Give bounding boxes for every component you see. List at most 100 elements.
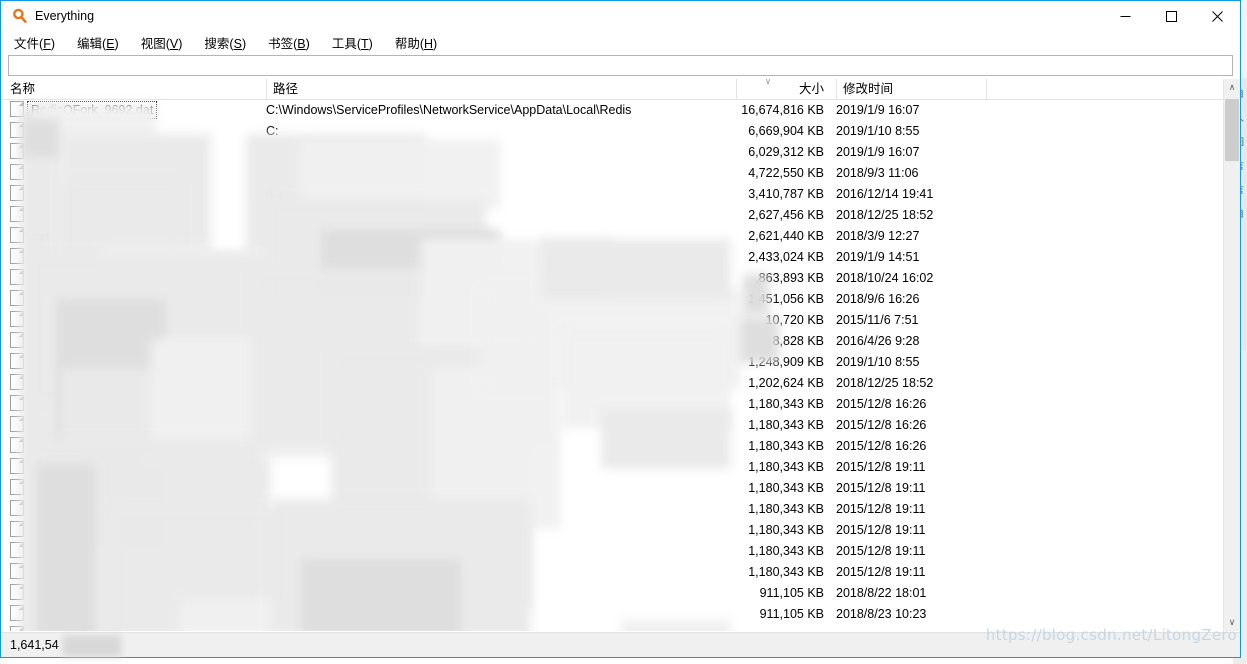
cell-size: 1,180,343 KB — [748, 439, 824, 453]
column-header-path[interactable]: 路径 — [266, 79, 736, 100]
cell-modified: 2019/1/9 14:51 — [836, 250, 920, 264]
table-row[interactable]: 6,029,312 KB 2019/1/9 16:07 — [1, 142, 1240, 163]
table-row[interactable]: 1,180,343 KB 2015/12/8 19:11 — [1, 541, 1240, 562]
table-row[interactable]: 1,202,624 KB 2018/12/25 18:52 — [1, 373, 1240, 394]
cell-size: 1,180,343 KB — [748, 523, 824, 537]
file-icon — [10, 605, 24, 621]
table-row[interactable]: 1,180,343 KB 2015/12/8 19:11 — [1, 520, 1240, 541]
cell-path — [266, 289, 736, 310]
results-row-list[interactable]: RedisQFork_9692.dat C:\Windows\ServicePro… — [1, 100, 1240, 631]
table-row[interactable]: 1,180,343 KB 2015/12/8 16:26 — [1, 436, 1240, 457]
table-row[interactable]: RedisQFork_9692.dat C:\Windows\ServicePro… — [1, 100, 1240, 121]
cell-path — [266, 583, 736, 604]
file-icon — [10, 563, 24, 579]
file-icon — [10, 269, 24, 285]
menu-accel-file: F — [43, 36, 51, 51]
cell-modified: 2019/1/9 16:07 — [836, 103, 920, 117]
cell-size: 2,621,440 KB — [748, 229, 824, 243]
file-name-label: .sys — [29, 229, 52, 243]
cell-path — [266, 163, 736, 184]
menu-label-view: 视图 — [140, 36, 166, 51]
search-box[interactable] — [8, 55, 1233, 76]
maximize-button[interactable] — [1148, 1, 1194, 31]
column-header-name[interactable]: 名称 — [1, 79, 266, 100]
menu-item-search[interactable]: 搜索(S) — [204, 31, 255, 54]
table-row[interactable]: 4,722,550 KB 2018/9/3 11:06 — [1, 163, 1240, 184]
menu-item-view[interactable]: 视图(V) — [141, 31, 192, 54]
table-row[interactable]: .sys 2,621,440 KB 2018/3/9 12:27 — [1, 226, 1240, 247]
cell-size: 1,202,624 KB — [748, 376, 824, 390]
cell-modified: 2015/12/8 19:11 — [836, 523, 926, 537]
table-row[interactable]: ,863,893 KB 2018/10/24 16:02 — [1, 268, 1240, 289]
cell-modified: 2015/12/8 16:26 — [836, 397, 927, 411]
menu-bar: 文件(F) 编辑(E) 视图(V) 搜索(S) 书签(B) 工具(T) 帮助(H… — [1, 31, 1240, 53]
table-row[interactable]: 10,720 KB 2015/11/6 7:51 — [1, 310, 1240, 331]
cell-modified: 2018/8/22 18:01 — [836, 586, 927, 600]
cell-path — [266, 226, 736, 247]
file-icon — [10, 311, 24, 327]
cell-modified: 2019/1/10 8:55 — [836, 355, 920, 369]
cell-modified: 2016/4/26 9:28 — [836, 334, 920, 348]
scrollbar-thumb[interactable] — [1225, 99, 1239, 161]
cell-modified: 2018/9/6 16:26 — [836, 292, 920, 306]
column-header-modified[interactable]: 修改时间 — [836, 79, 986, 100]
menu-label-tools: 工具 — [331, 36, 357, 51]
cell-modified: 2015/11/6 7:51 — [836, 313, 919, 327]
cell-path — [266, 247, 736, 268]
cell-modified: 2015/12/8 19:11 — [836, 544, 926, 558]
menu-item-help[interactable]: 帮助(H) — [395, 31, 446, 54]
cell-path — [266, 394, 736, 415]
cell-size: ,863,893 KB — [755, 271, 824, 285]
table-row[interactable]: 1,248,909 KB 2019/1/10 8:55 — [1, 352, 1240, 373]
table-row[interactable]: 1,451,056 KB 2018/9/6 16:26 — [1, 289, 1240, 310]
cell-path — [266, 436, 736, 457]
cell-path — [266, 415, 736, 436]
results-pane: 名称 路径 ∨ 大小 修改时间 RedisQFork_9692.dat C:\Wi… — [1, 79, 1240, 631]
table-row[interactable]: 1,180,343 KB 2015/12/8 19:11 — [1, 457, 1240, 478]
table-row[interactable]: 1,180,343 KB 2015/12/8 16:26 — [1, 415, 1240, 436]
cell-modified: 2015/12/8 19:11 — [836, 502, 926, 516]
cell-modified: 2018/12/25 18:52 — [836, 376, 934, 390]
cell-size: 1,180,343 KB — [748, 502, 824, 516]
cell-size: 8,828 KB — [772, 334, 824, 348]
minimize-button[interactable] — [1102, 1, 1148, 31]
file-icon — [10, 395, 24, 411]
column-header-row: 名称 路径 ∨ 大小 修改时间 — [1, 79, 1240, 100]
table-row[interactable]: 2,627,456 KB 2018/12/25 18:52 — [1, 205, 1240, 226]
table-row[interactable]: 911,105 KB 2018/8/23 10:23 — [1, 604, 1240, 625]
table-row[interactable]: 1,180,343 KB 2015/12/8 19:11 — [1, 562, 1240, 583]
file-icon — [10, 542, 24, 558]
close-button[interactable] — [1194, 1, 1240, 31]
menu-item-file[interactable]: 文件(F) — [14, 31, 64, 54]
table-row[interactable]: 911,105 KB 2018/8/22 18:01 — [1, 583, 1240, 604]
table-row[interactable]: 0.2 3,410,787 KB 2016/12/14 19:41 — [1, 184, 1240, 205]
cell-size — [736, 625, 830, 631]
menu-accel-view: V — [169, 36, 179, 51]
table-row[interactable]: 2,433,024 KB 2019/1/9 14:51 — [1, 247, 1240, 268]
table-row[interactable]: 1,180,343 KB 2015/12/8 19:11 — [1, 478, 1240, 499]
window-controls — [1102, 1, 1240, 31]
menu-accel-search: S — [233, 36, 242, 51]
file-icon — [10, 626, 24, 631]
file-icon — [10, 248, 24, 264]
file-icon — [10, 416, 24, 432]
cell-path — [266, 310, 736, 331]
file-icon — [10, 500, 24, 516]
cell-size: 6,669,904 KB — [748, 124, 824, 138]
column-header-size[interactable]: ∨ 大小 — [736, 79, 830, 100]
search-input[interactable] — [12, 57, 1232, 74]
table-row[interactable]: 1,180,343 KB 2015/12/8 19:11 — [1, 499, 1240, 520]
cell-path — [266, 268, 736, 289]
cell-modified: 2018/12/25 18:52 — [836, 208, 934, 222]
table-row[interactable]: .sys C: 6,669,904 KB 2019/1/10 8:55 — [1, 121, 1240, 142]
menu-item-bookmark[interactable]: 书签(B) — [268, 31, 319, 54]
menu-item-edit[interactable]: 编辑(E) — [77, 31, 128, 54]
scroll-up-button[interactable]: ∧ — [1224, 79, 1240, 96]
menu-item-tools[interactable]: 工具(T) — [332, 31, 382, 54]
results-vertical-scrollbar[interactable]: ∧ ∨ — [1223, 79, 1240, 631]
table-row[interactable]: 8,828 KB 2016/4/26 9:28 — [1, 331, 1240, 352]
cell-path — [266, 142, 736, 163]
table-row[interactable]: 1,180,343 KB 2015/12/8 16:26 — [1, 394, 1240, 415]
cell-path — [266, 457, 736, 478]
cell-modified: 2015/12/8 19:11 — [836, 481, 926, 495]
